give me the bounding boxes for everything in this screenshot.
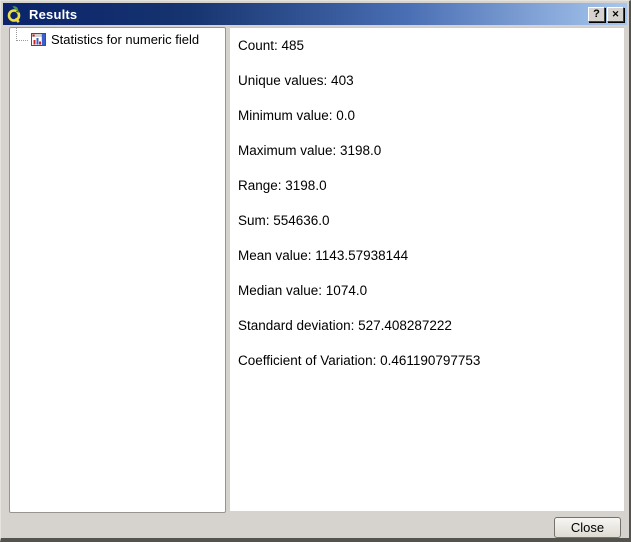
stat-line-maximum: Maximum value: 3198.0 <box>238 143 624 158</box>
tree-branch-connector <box>16 27 28 41</box>
results-tree-panel: Statistics for numeric field <box>9 27 226 513</box>
qgis-logo-icon <box>6 6 23 23</box>
window-title: Results <box>29 7 77 22</box>
stat-line-coeff-variation: Coefficient of Variation: 0.461190797753 <box>238 353 624 368</box>
stat-line-sum: Sum: 554636.0 <box>238 213 624 228</box>
stat-line-unique-values: Unique values: 403 <box>238 73 624 88</box>
stat-line-stddev: Standard deviation: 527.408287222 <box>238 318 624 333</box>
stat-line-minimum: Minimum value: 0.0 <box>238 108 624 123</box>
stat-line-range: Range: 3198.0 <box>238 178 624 193</box>
close-icon[interactable]: ✕ <box>607 7 624 22</box>
stat-line-median: Median value: 1074.0 <box>238 283 624 298</box>
statistics-output-panel: Count: 485 Unique values: 403 Minimum va… <box>230 27 624 511</box>
tree-item-label: Statistics for numeric field <box>51 32 199 47</box>
titlebar-buttons: ? ✕ <box>588 7 624 22</box>
stat-line-mean: Mean value: 1143.57938144 <box>238 248 624 263</box>
statistics-result-icon <box>31 33 46 46</box>
help-icon[interactable]: ? <box>588 7 605 22</box>
results-dialog: Results ? ✕ Statistics for numeric field <box>0 0 631 542</box>
titlebar: Results ? ✕ <box>3 3 627 25</box>
close-button[interactable]: Close <box>554 517 621 538</box>
tree-item-statistics[interactable]: Statistics for numeric field <box>10 28 225 47</box>
stat-line-count: Count: 485 <box>238 38 624 53</box>
